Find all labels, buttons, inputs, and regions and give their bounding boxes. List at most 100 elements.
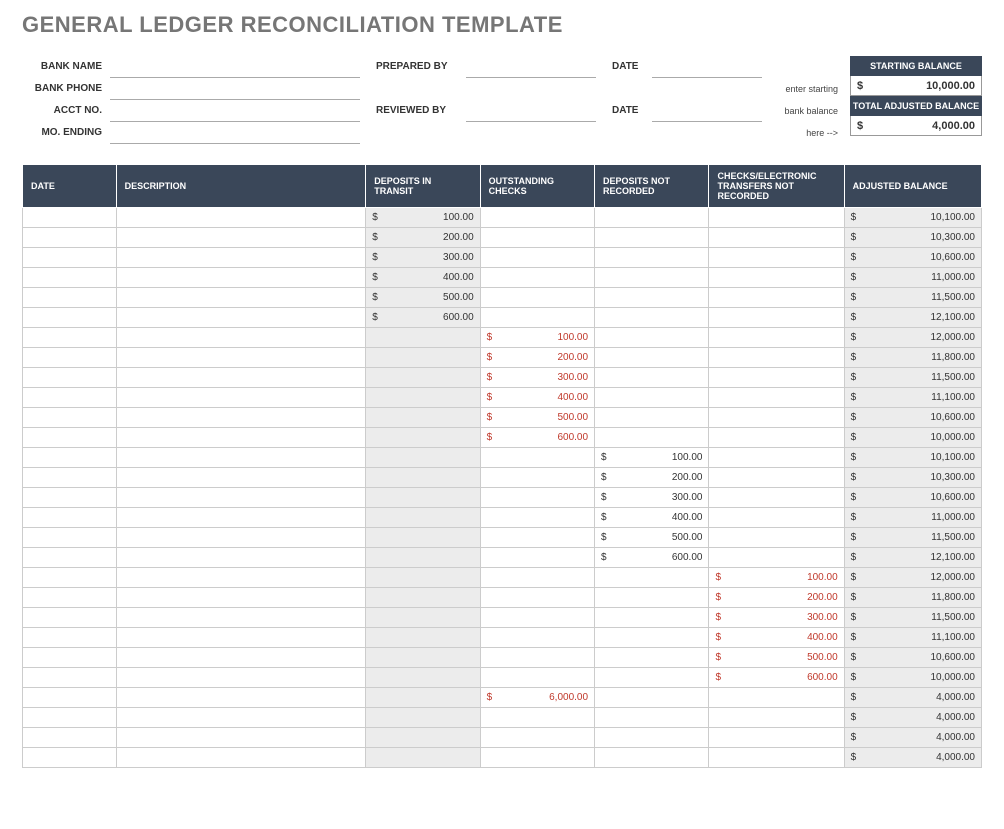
table-cell[interactable] bbox=[23, 408, 117, 428]
table-cell[interactable]: $10,100.00 bbox=[844, 208, 981, 228]
table-cell[interactable] bbox=[116, 488, 366, 508]
table-cell[interactable]: $100.00 bbox=[595, 448, 709, 468]
table-cell[interactable] bbox=[366, 408, 480, 428]
table-cell[interactable]: $100.00 bbox=[709, 568, 844, 588]
table-cell[interactable]: $4,000.00 bbox=[844, 748, 981, 768]
table-cell[interactable] bbox=[480, 668, 594, 688]
table-cell[interactable] bbox=[23, 208, 117, 228]
table-cell[interactable] bbox=[709, 248, 844, 268]
table-cell[interactable]: $500.00 bbox=[595, 528, 709, 548]
table-cell[interactable] bbox=[709, 448, 844, 468]
table-cell[interactable] bbox=[23, 608, 117, 628]
table-cell[interactable] bbox=[709, 388, 844, 408]
table-cell[interactable] bbox=[366, 488, 480, 508]
table-cell[interactable]: $11,500.00 bbox=[844, 528, 981, 548]
table-cell[interactable]: $10,000.00 bbox=[844, 428, 981, 448]
table-cell[interactable] bbox=[116, 288, 366, 308]
table-cell[interactable] bbox=[116, 308, 366, 328]
table-cell[interactable] bbox=[23, 308, 117, 328]
table-cell[interactable] bbox=[709, 228, 844, 248]
table-cell[interactable]: $10,600.00 bbox=[844, 408, 981, 428]
table-cell[interactable] bbox=[116, 248, 366, 268]
table-cell[interactable] bbox=[116, 568, 366, 588]
table-cell[interactable]: $600.00 bbox=[595, 548, 709, 568]
table-cell[interactable] bbox=[116, 688, 366, 708]
table-cell[interactable] bbox=[366, 508, 480, 528]
table-cell[interactable]: $200.00 bbox=[709, 588, 844, 608]
input-acct-no[interactable] bbox=[110, 100, 360, 122]
table-cell[interactable] bbox=[366, 748, 480, 768]
table-cell[interactable] bbox=[366, 568, 480, 588]
input-date-1[interactable] bbox=[652, 56, 762, 78]
table-cell[interactable]: $11,000.00 bbox=[844, 508, 981, 528]
table-cell[interactable] bbox=[709, 708, 844, 728]
table-cell[interactable]: $600.00 bbox=[366, 308, 480, 328]
table-cell[interactable] bbox=[595, 748, 709, 768]
table-cell[interactable] bbox=[480, 648, 594, 668]
table-cell[interactable] bbox=[366, 668, 480, 688]
table-cell[interactable]: $400.00 bbox=[366, 268, 480, 288]
table-cell[interactable] bbox=[366, 388, 480, 408]
table-cell[interactable] bbox=[480, 288, 594, 308]
table-cell[interactable] bbox=[595, 728, 709, 748]
table-cell[interactable] bbox=[709, 368, 844, 388]
input-date-2[interactable] bbox=[652, 100, 762, 122]
table-cell[interactable] bbox=[480, 708, 594, 728]
table-cell[interactable] bbox=[709, 408, 844, 428]
table-cell[interactable] bbox=[116, 548, 366, 568]
table-cell[interactable] bbox=[595, 648, 709, 668]
table-cell[interactable]: $200.00 bbox=[480, 348, 594, 368]
table-cell[interactable] bbox=[23, 528, 117, 548]
table-cell[interactable] bbox=[116, 468, 366, 488]
table-cell[interactable]: $10,300.00 bbox=[844, 228, 981, 248]
table-cell[interactable] bbox=[366, 428, 480, 448]
table-cell[interactable]: $12,100.00 bbox=[844, 548, 981, 568]
table-cell[interactable]: $10,300.00 bbox=[844, 468, 981, 488]
table-cell[interactable] bbox=[480, 608, 594, 628]
table-cell[interactable]: $500.00 bbox=[709, 648, 844, 668]
table-cell[interactable] bbox=[116, 668, 366, 688]
table-cell[interactable] bbox=[595, 708, 709, 728]
table-cell[interactable] bbox=[595, 588, 709, 608]
table-cell[interactable] bbox=[116, 328, 366, 348]
table-cell[interactable] bbox=[709, 548, 844, 568]
table-cell[interactable] bbox=[709, 508, 844, 528]
table-cell[interactable] bbox=[595, 268, 709, 288]
table-cell[interactable] bbox=[23, 368, 117, 388]
table-cell[interactable] bbox=[480, 308, 594, 328]
table-cell[interactable] bbox=[480, 528, 594, 548]
table-cell[interactable]: $12,100.00 bbox=[844, 308, 981, 328]
table-cell[interactable] bbox=[23, 628, 117, 648]
table-cell[interactable] bbox=[23, 248, 117, 268]
table-cell[interactable]: $300.00 bbox=[480, 368, 594, 388]
table-cell[interactable] bbox=[595, 308, 709, 328]
table-cell[interactable] bbox=[709, 288, 844, 308]
table-cell[interactable] bbox=[366, 688, 480, 708]
table-cell[interactable]: $10,600.00 bbox=[844, 648, 981, 668]
table-cell[interactable] bbox=[366, 708, 480, 728]
table-cell[interactable]: $12,000.00 bbox=[844, 328, 981, 348]
table-cell[interactable] bbox=[116, 408, 366, 428]
table-cell[interactable] bbox=[116, 708, 366, 728]
table-cell[interactable] bbox=[23, 728, 117, 748]
table-cell[interactable] bbox=[23, 508, 117, 528]
table-cell[interactable] bbox=[366, 628, 480, 648]
table-cell[interactable] bbox=[366, 368, 480, 388]
table-cell[interactable] bbox=[116, 728, 366, 748]
table-cell[interactable] bbox=[23, 548, 117, 568]
table-cell[interactable] bbox=[23, 288, 117, 308]
table-cell[interactable]: $100.00 bbox=[366, 208, 480, 228]
table-cell[interactable] bbox=[709, 268, 844, 288]
table-cell[interactable] bbox=[23, 748, 117, 768]
table-cell[interactable]: $200.00 bbox=[366, 228, 480, 248]
table-cell[interactable]: $10,100.00 bbox=[844, 448, 981, 468]
table-cell[interactable] bbox=[709, 728, 844, 748]
table-cell[interactable]: $6,000.00 bbox=[480, 688, 594, 708]
table-cell[interactable]: $11,100.00 bbox=[844, 388, 981, 408]
table-cell[interactable] bbox=[366, 448, 480, 468]
table-cell[interactable] bbox=[480, 508, 594, 528]
table-cell[interactable] bbox=[480, 248, 594, 268]
table-cell[interactable] bbox=[116, 748, 366, 768]
table-cell[interactable] bbox=[116, 528, 366, 548]
table-cell[interactable] bbox=[116, 348, 366, 368]
